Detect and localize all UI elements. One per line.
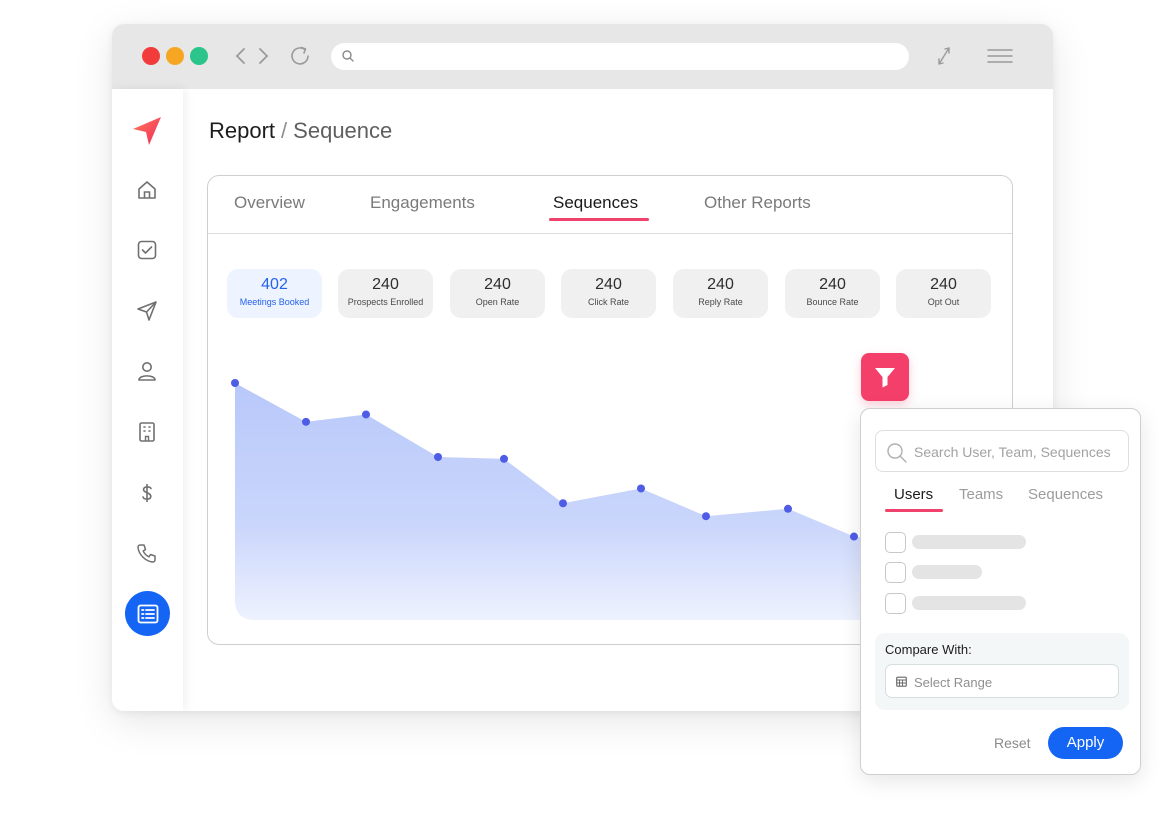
filter-tab-users[interactable]: Users: [894, 486, 933, 503]
user-icon: [138, 362, 156, 381]
chart-point[interactable]: [500, 454, 508, 463]
chart-point[interactable]: [784, 504, 792, 513]
option-checkbox[interactable]: [885, 562, 906, 583]
sidebar-item-send[interactable]: [132, 296, 162, 326]
filter-tab-sequences[interactable]: Sequences: [1028, 486, 1103, 503]
sidebar-item-contacts[interactable]: [132, 356, 162, 386]
sidebar-item-reports[interactable]: [125, 591, 170, 636]
chart-point[interactable]: [702, 512, 710, 521]
reset-button[interactable]: Reset: [994, 735, 1031, 751]
breadcrumb-separator: /: [281, 118, 288, 143]
sidebar-item-home[interactable]: [132, 175, 162, 205]
search-icon: [342, 50, 354, 62]
option-checkbox[interactable]: [885, 532, 906, 553]
dollar-icon: [142, 484, 152, 502]
paper-plane-logo[interactable]: [131, 115, 163, 147]
maximize-window-dot[interactable]: [190, 47, 208, 65]
breadcrumb-current: Sequence: [293, 118, 393, 143]
range-input[interactable]: [914, 673, 1114, 691]
chart-point[interactable]: [637, 484, 645, 493]
breadcrumb-root[interactable]: Report: [209, 118, 275, 143]
back-arrow-icon[interactable]: [234, 44, 248, 68]
refresh-icon[interactable]: [287, 43, 313, 69]
sidebar-item-companies[interactable]: [132, 417, 162, 447]
compare-section: Compare With:: [875, 633, 1129, 710]
filter-active-tab-indicator: [885, 509, 943, 512]
chart-point[interactable]: [362, 410, 370, 419]
chart-point[interactable]: [434, 453, 442, 461]
expand-icon[interactable]: [934, 44, 954, 68]
chart-point[interactable]: [302, 417, 310, 426]
home-icon: [138, 181, 156, 199]
chart-point[interactable]: [231, 379, 239, 387]
loading-placeholder: [912, 535, 1026, 549]
loading-placeholder: [912, 596, 1026, 610]
breadcrumb: Report / Sequence: [209, 118, 392, 144]
search-icon: [887, 443, 907, 463]
sidebar-item-deals[interactable]: [132, 478, 162, 508]
close-window-dot[interactable]: [142, 47, 160, 65]
phone-icon: [137, 544, 156, 563]
chart-point[interactable]: [559, 499, 567, 508]
range-picker[interactable]: [885, 664, 1119, 698]
minimize-window-dot[interactable]: [166, 47, 184, 65]
sidebar-item-tasks[interactable]: [132, 235, 162, 265]
chart-point[interactable]: [850, 532, 858, 541]
sidebar: [112, 89, 183, 711]
report-list-icon: [137, 604, 158, 623]
menu-icon[interactable]: [986, 47, 1014, 65]
option-checkbox[interactable]: [885, 593, 906, 614]
calendar-icon: [896, 676, 907, 687]
loading-placeholder: [912, 565, 982, 579]
filter-tab-teams[interactable]: Teams: [959, 486, 1003, 503]
compare-label: Compare With:: [885, 642, 972, 657]
filter-search-box: [875, 430, 1129, 472]
address-bar[interactable]: [331, 43, 909, 70]
building-icon: [139, 422, 155, 442]
browser-toolbar: [112, 24, 1053, 89]
funnel-icon: [875, 368, 895, 388]
filter-search-input[interactable]: [914, 442, 1122, 462]
task-check-icon: [137, 240, 157, 260]
apply-button[interactable]: Apply: [1048, 727, 1123, 759]
sidebar-item-calls[interactable]: [132, 538, 162, 568]
filter-button[interactable]: [861, 353, 909, 401]
send-icon: [137, 301, 157, 321]
filter-panel: Users Teams Sequences Compare With: Rese…: [860, 408, 1141, 775]
forward-arrow-icon[interactable]: [256, 44, 270, 68]
